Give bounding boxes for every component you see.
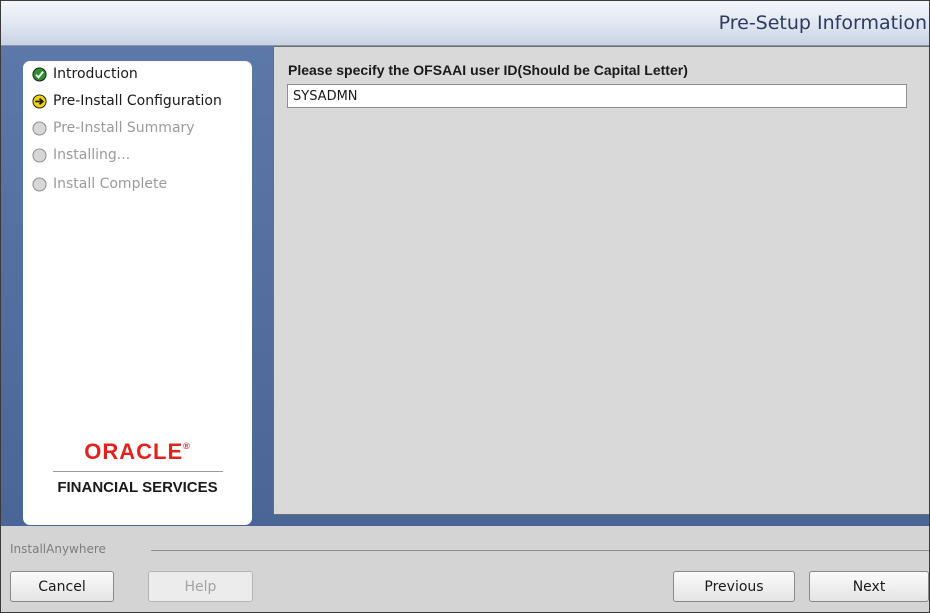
step-label: Introduction xyxy=(53,66,138,82)
step-pre-install-configuration: Pre-Install Configuration xyxy=(32,90,222,112)
previous-button[interactable]: Previous xyxy=(673,571,795,602)
oracle-logo: ORACLE® FINANCIAL SERVICES xyxy=(23,439,252,496)
step-label: Install Complete xyxy=(53,176,168,192)
step-label: Pre-Install Summary xyxy=(53,120,195,136)
footer-divider xyxy=(151,550,929,551)
step-label: Installing... xyxy=(53,147,131,163)
installer-body: Introduction Pre-Install Configuration P… xyxy=(1,46,929,526)
logo-brand: ORACLE® xyxy=(84,439,191,464)
check-circle-icon xyxy=(32,66,47,82)
step-installing: Installing... xyxy=(32,144,130,166)
installer-window: Pre-Setup Information Introduction Pre-I… xyxy=(0,0,930,613)
empty-circle-icon xyxy=(32,120,47,136)
cancel-button[interactable]: Cancel xyxy=(10,571,114,602)
empty-circle-icon xyxy=(32,147,47,163)
steps-sidebar: Introduction Pre-Install Configuration P… xyxy=(23,61,252,525)
page-title: Pre-Setup Information xyxy=(718,12,927,34)
step-install-complete: Install Complete xyxy=(32,173,167,195)
logo-divider xyxy=(52,471,223,472)
user-id-label: Please specify the OFSAAI user ID(Should… xyxy=(288,62,688,78)
footer-bar: InstallAnywhere Cancel Help Previous Nex… xyxy=(1,526,929,612)
help-button[interactable]: Help xyxy=(148,571,253,602)
step-label: Pre-Install Configuration xyxy=(53,93,222,109)
empty-circle-icon xyxy=(32,176,47,192)
vendor-label: InstallAnywhere xyxy=(10,542,112,556)
step-introduction: Introduction xyxy=(32,63,138,85)
content-panel: Please specify the OFSAAI user ID(Should… xyxy=(273,46,929,515)
step-pre-install-summary: Pre-Install Summary xyxy=(32,117,195,139)
arrow-circle-icon xyxy=(32,93,47,109)
logo-subtitle: FINANCIAL SERVICES xyxy=(57,479,218,496)
header-bar: Pre-Setup Information xyxy=(1,1,929,46)
user-id-input[interactable] xyxy=(287,84,907,108)
next-button[interactable]: Next xyxy=(809,571,929,602)
